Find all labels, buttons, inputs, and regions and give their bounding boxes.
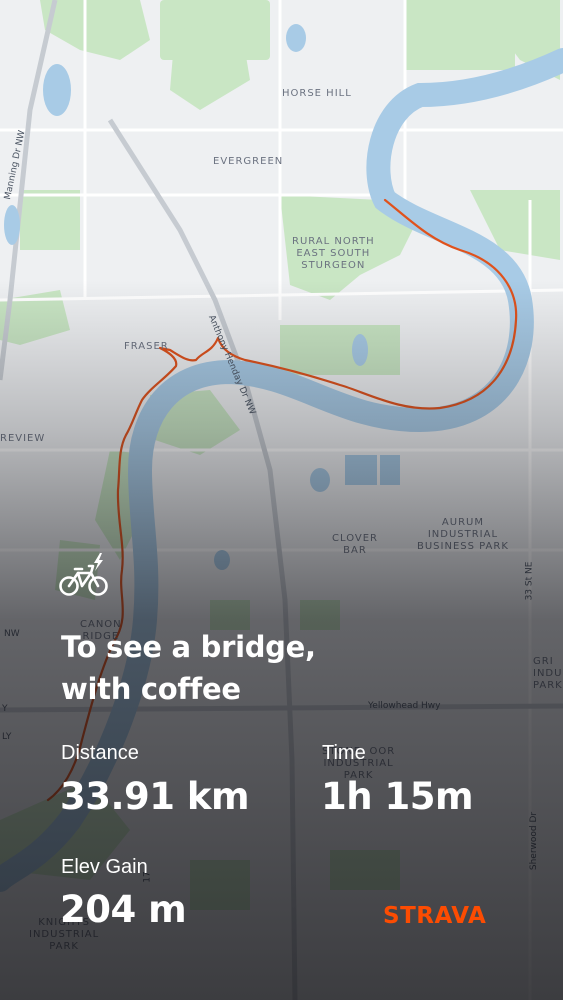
activity-title: To see a bridge, with coffee [61, 630, 316, 706]
elev-gain-value: 204 m [60, 888, 187, 931]
distance-value: 33.91 km [60, 775, 250, 818]
time-value: 1h 15m [321, 775, 474, 818]
activity-summary: To see a bridge, with coffee Distance 33… [0, 0, 563, 1000]
elev-gain-label: Elev Gain [61, 856, 148, 878]
distance-label: Distance [61, 742, 139, 764]
e-bike-icon [59, 553, 108, 596]
strava-logo: STRAVA [383, 903, 487, 929]
time-label: Time [322, 742, 366, 764]
activity-share-card: HORSE HILL EVERGREEN RURAL NORTH EAST SO… [0, 0, 563, 1000]
